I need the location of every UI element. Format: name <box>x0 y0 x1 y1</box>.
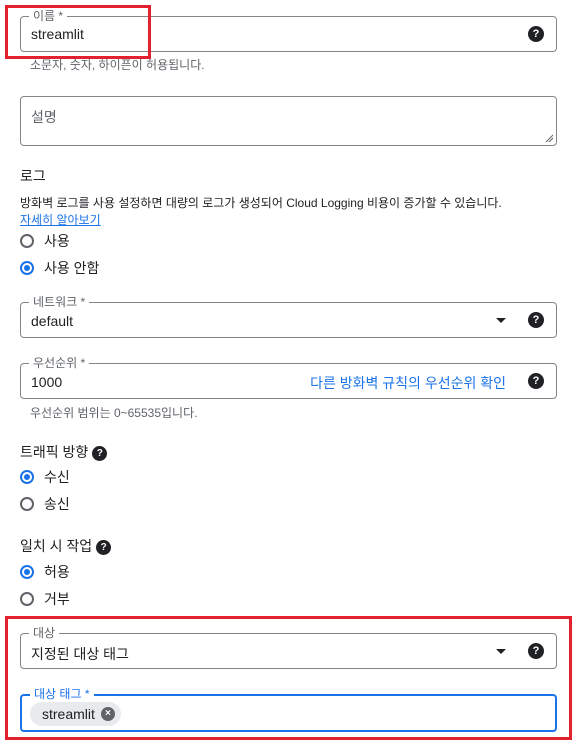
network-label: 네트워크 * <box>29 294 90 310</box>
help-icon[interactable]: ? <box>92 445 108 461</box>
targets-value: 지정된 대상 태그 <box>31 646 129 662</box>
dropdown-arrow-icon[interactable] <box>496 318 506 323</box>
target-tags-label: 대상 태그 * <box>30 686 94 702</box>
radio-checked-icon[interactable] <box>20 565 34 579</box>
radio-icon[interactable] <box>20 497 34 511</box>
logs-radio-on-label: 사용 <box>44 233 70 249</box>
network-value: default <box>31 313 74 329</box>
radio-checked-icon[interactable] <box>20 261 34 275</box>
logs-radio-off[interactable]: 사용 안함 <box>20 258 99 278</box>
traffic-direction-title-text: 트래픽 방향 <box>20 444 89 460</box>
priority-label: 우선순위 * <box>29 355 90 371</box>
radio-icon[interactable] <box>20 234 34 248</box>
logs-title: 로그 <box>20 168 46 184</box>
radio-icon[interactable] <box>20 592 34 606</box>
priority-field[interactable]: 우선순위 * 1000 다른 방화벽 규칙의 우선순위 확인 ? <box>20 355 557 399</box>
deny-label: 거부 <box>44 591 70 607</box>
action-title: 일치 시 작업? <box>20 536 112 556</box>
allow-label: 허용 <box>44 564 70 580</box>
action-title-text: 일치 시 작업 <box>20 538 93 554</box>
dropdown-arrow-icon[interactable] <box>496 649 506 654</box>
resize-handle-icon[interactable] <box>545 134 553 142</box>
targets-select[interactable]: 대상 지정된 대상 태그 ? <box>20 625 557 669</box>
target-tags-field[interactable]: 대상 태그 * streamlit × <box>20 686 557 732</box>
egress-radio[interactable]: 송신 <box>20 494 70 514</box>
description-field[interactable]: 설명 <box>20 96 557 146</box>
egress-label: 송신 <box>44 496 70 512</box>
name-highlight-box <box>5 5 151 59</box>
learn-more-link[interactable]: 자세히 알아보기 <box>20 213 101 227</box>
network-select[interactable]: 네트워크 * default ? <box>20 294 557 338</box>
priority-hint: 우선순위 범위는 0~65535입니다. <box>30 406 198 420</box>
help-icon[interactable]: ? <box>528 312 544 328</box>
deny-radio[interactable]: 거부 <box>20 589 70 609</box>
remove-chip-icon[interactable]: × <box>100 707 115 721</box>
targets-label: 대상 <box>29 625 60 641</box>
help-icon[interactable]: ? <box>528 373 544 389</box>
logs-radio-on[interactable]: 사용 <box>20 231 70 251</box>
name-hint: 소문자, 숫자, 하이픈이 허용됩니다. <box>30 58 205 72</box>
logs-radio-off-label: 사용 안함 <box>44 260 100 276</box>
priority-input[interactable]: 1000 <box>31 374 62 390</box>
traffic-direction-title: 트래픽 방향? <box>20 442 108 462</box>
ingress-radio[interactable]: 수신 <box>20 467 70 487</box>
help-icon[interactable]: ? <box>96 539 112 555</box>
tag-chip: streamlit × <box>30 702 121 726</box>
priority-check-link[interactable]: 다른 방화벽 규칙의 우선순위 확인 <box>310 373 506 393</box>
radio-checked-icon[interactable] <box>20 470 34 484</box>
allow-radio[interactable]: 허용 <box>20 562 70 582</box>
help-icon[interactable]: ? <box>528 643 544 659</box>
ingress-label: 수신 <box>44 469 70 485</box>
description-placeholder: 설명 <box>31 109 57 125</box>
logs-description-text: 방화벽 로그를 사용 설정하면 대량의 로그가 생성되어 Cloud Loggi… <box>20 196 502 210</box>
help-icon[interactable]: ? <box>528 26 544 42</box>
tag-chip-label: streamlit <box>42 706 95 722</box>
logs-description: 방화벽 로그를 사용 설정하면 대량의 로그가 생성되어 Cloud Loggi… <box>20 195 575 229</box>
